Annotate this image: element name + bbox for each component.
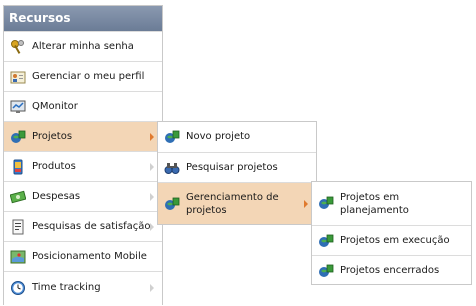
- projetos-submenu: Novo projeto Pesquisar projetos Gerencia…: [157, 121, 317, 225]
- menu-item-label: Pesquisas de satisfação: [32, 221, 151, 232]
- submenu-arrow-icon: [150, 133, 154, 141]
- projects-icon: [165, 197, 180, 210]
- submenu-item-label: Projetos em execução: [340, 235, 450, 246]
- menu-item-label: Gerenciar o meu perfil: [32, 71, 145, 82]
- menu-item-label: Produtos: [32, 161, 76, 172]
- menu-item-produtos[interactable]: Produtos: [4, 151, 162, 181]
- product-icon: [13, 159, 23, 175]
- submenu-item-novo-projeto[interactable]: Novo projeto: [158, 122, 316, 152]
- menu-item-label: Time tracking: [32, 282, 101, 293]
- projects-icon: [319, 196, 334, 209]
- menu-item-label: Projetos: [32, 131, 73, 142]
- projects-icon: [165, 130, 180, 143]
- submenu-item-pesquisar-projetos[interactable]: Pesquisar projetos: [158, 152, 316, 182]
- submenu-item-projetos-planejamento[interactable]: Projetos em planejamento: [312, 182, 471, 225]
- menu-item-pesquisas-satisfacao[interactable]: Pesquisas de satisfação: [4, 211, 162, 241]
- keys-icon: [11, 40, 24, 54]
- binoculars-icon: [164, 163, 180, 174]
- submenu-arrow-icon: [304, 200, 308, 208]
- submenu-item-gerenciamento-projetos[interactable]: Gerenciamento de projetos: [158, 182, 316, 224]
- submenu-item-label: Novo projeto: [186, 131, 251, 142]
- monitor-icon: [10, 100, 26, 113]
- submenu-arrow-icon: [150, 163, 154, 171]
- menu-item-despesas[interactable]: Despesas: [4, 181, 162, 211]
- submenu-arrow-icon: [150, 223, 154, 231]
- money-icon: [10, 190, 26, 204]
- gerenciamento-submenu: Projetos em planejamento Projetos em exe…: [311, 181, 472, 285]
- submenu-arrow-icon: [150, 284, 154, 292]
- menu-item-time-tracking[interactable]: Time tracking: [4, 271, 162, 306]
- survey-icon: [12, 219, 24, 235]
- projects-icon: [319, 264, 334, 277]
- menu-item-label: Posicionamento Mobile: [32, 251, 147, 262]
- submenu-arrow-icon: [150, 193, 154, 201]
- menu-item-qmonitor[interactable]: QMonitor: [4, 91, 162, 121]
- projects-icon: [319, 234, 334, 247]
- submenu-item-projetos-execucao[interactable]: Projetos em execução: [312, 225, 471, 255]
- projects-icon: [11, 130, 26, 143]
- submenu-item-projetos-encerrados[interactable]: Projetos encerrados: [312, 255, 471, 284]
- mobile-map-icon: [10, 250, 26, 264]
- menu-item-projetos[interactable]: Projetos: [4, 121, 162, 151]
- submenu-item-label: Gerenciamento de projetos: [186, 192, 279, 216]
- main-menu: Recursos complementares Alterar minha se…: [3, 5, 163, 305]
- menu-title: Recursos complementares: [4, 6, 162, 50]
- menu-item-alterar-senha[interactable]: Alterar minha senha: [4, 31, 162, 61]
- menu-item-posicionamento-mobile[interactable]: Posicionamento Mobile: [4, 241, 162, 271]
- menu-item-gerenciar-perfil[interactable]: Gerenciar o meu perfil: [4, 61, 162, 91]
- clock-icon: [11, 281, 25, 295]
- menu-item-label: Alterar minha senha: [32, 41, 134, 52]
- submenu-item-label: Pesquisar projetos: [186, 162, 278, 173]
- menu-item-label: QMonitor: [32, 101, 78, 112]
- submenu-item-label: Projetos encerrados: [340, 265, 440, 276]
- submenu-item-label: Projetos em planejamento: [340, 192, 409, 216]
- profile-card-icon: [10, 71, 26, 84]
- menu-item-label: Despesas: [32, 191, 81, 202]
